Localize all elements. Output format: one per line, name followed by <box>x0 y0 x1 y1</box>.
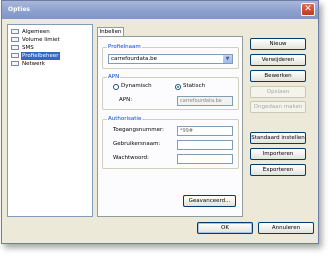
save-button[interactable]: Opslaan <box>250 86 306 98</box>
window-title: Opties <box>8 6 30 13</box>
nav-item-label: SMS <box>22 45 34 51</box>
advanced-button[interactable]: Geavanceerd... <box>183 195 236 207</box>
apn-dynamic-label: Dynamisch <box>121 83 152 89</box>
apn-group-title: APN <box>107 74 121 81</box>
settings-nav-tree: Algemeen Volume limiet SMS Profielbeheer… <box>7 24 93 217</box>
nav-item-profielbeheer[interactable]: Profielbeheer <box>11 52 89 60</box>
username-input[interactable] <box>177 140 233 150</box>
apn-static-radio[interactable] <box>175 84 181 90</box>
nav-item-label: Profielbeheer <box>21 52 60 60</box>
new-button[interactable]: Nieuw <box>250 38 306 50</box>
cancel-button[interactable]: Annuleren <box>258 222 314 234</box>
close-icon: ✕ <box>304 4 312 14</box>
undo-button[interactable]: Ongedaan maken <box>250 101 306 113</box>
apn-input[interactable]: carrefourdata.be <box>177 96 233 106</box>
password-label: Wachtwoord: <box>113 155 149 161</box>
close-button[interactable]: ✕ <box>301 3 315 16</box>
delete-button[interactable]: Verwijderen <box>250 54 306 66</box>
import-button[interactable]: Importeren <box>250 148 306 160</box>
access-number-input[interactable]: *99# <box>177 126 233 136</box>
folder-icon <box>11 61 19 66</box>
folder-icon <box>11 37 19 42</box>
edit-button[interactable]: Bewerken <box>250 70 306 82</box>
title-bar[interactable]: Opties ✕ <box>2 1 318 19</box>
profile-group-title: Profielnaam <box>107 44 142 51</box>
username-label: Gebruikersnaam: <box>113 141 161 147</box>
profile-select-value: carrefourdata.be <box>111 56 158 62</box>
nav-item-netwerk[interactable]: Netwerk <box>11 60 89 68</box>
apn-static-label: Statisch <box>183 83 206 89</box>
nav-item-label: Netwerk <box>22 61 45 67</box>
nav-item-label: Volume limiet <box>22 37 60 43</box>
password-input[interactable] <box>177 154 233 164</box>
folder-icon <box>11 53 19 58</box>
profile-group: Profielnaam carrefourdata.be ▼ <box>102 44 239 69</box>
nav-item-volume-limiet[interactable]: Volume limiet <box>11 36 89 44</box>
auth-group: Authorisatie Toegangsnummer: *99# Gebrui… <box>102 116 239 169</box>
profile-select[interactable]: carrefourdata.be ▼ <box>108 54 233 64</box>
ok-button[interactable]: OK <box>197 222 253 234</box>
options-dialog: Opties ✕ Algemeen Volume limiet SMS Prof… <box>1 0 319 244</box>
export-button[interactable]: Exporteren <box>250 164 306 176</box>
set-defaults-button[interactable]: Standaard instellen <box>250 132 306 144</box>
nav-item-label: Algemeen <box>22 29 50 35</box>
apn-dynamic-radio[interactable] <box>113 84 119 90</box>
tab-panel-inbellen: Profielnaam carrefourdata.be ▼ APN Dynam… <box>97 36 243 217</box>
folder-icon <box>11 45 19 50</box>
auth-group-title: Authorisatie <box>107 116 143 123</box>
folder-icon <box>11 29 19 34</box>
chevron-down-icon[interactable]: ▼ <box>223 55 232 63</box>
apn-group: APN Dynamisch Statisch APN: carrefourdat… <box>102 74 239 110</box>
nav-item-sms[interactable]: SMS <box>11 44 89 52</box>
apn-field-label: APN: <box>119 97 133 103</box>
nav-item-algemeen[interactable]: Algemeen <box>11 28 89 36</box>
access-number-label: Toegangsnummer: <box>113 127 164 133</box>
